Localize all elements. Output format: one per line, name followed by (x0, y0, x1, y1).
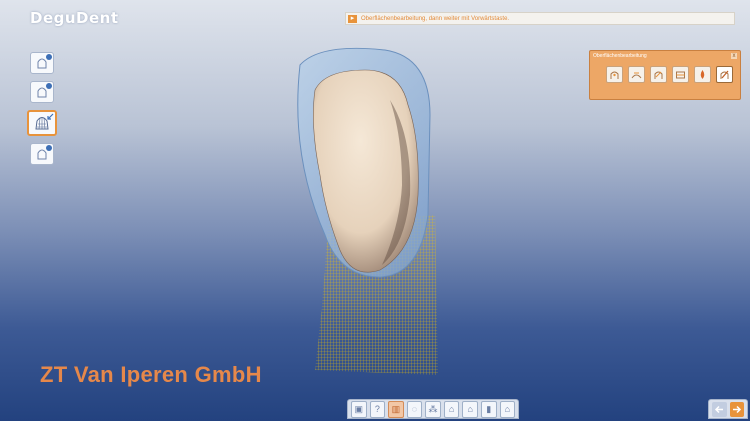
close-icon[interactable]: x (731, 52, 737, 59)
cap-bell-dot-button[interactable] (30, 81, 54, 103)
drop-icon (700, 70, 705, 79)
mesh-cap-button[interactable] (27, 110, 57, 136)
tooth-view-icon: ▣ (354, 403, 364, 414)
carve-icon (654, 71, 663, 79)
add-material-icon (610, 71, 619, 79)
cap-bell-plus-button[interactable] (30, 143, 54, 165)
solid-tooth-icon: ▮ (486, 403, 492, 414)
forward-arrow-icon (733, 405, 742, 413)
panel-header: Oberflächenbearbeitung x (590, 51, 740, 60)
surface-editing-panel: Oberflächenbearbeitung x (589, 50, 741, 100)
back-arrow-icon (714, 405, 723, 413)
help-button[interactable]: ? (369, 400, 386, 418)
arrow-in-icon (47, 113, 54, 120)
back-button[interactable] (712, 401, 727, 417)
grid-view-icon: ▥ (391, 403, 401, 414)
status-dot-icon (46, 83, 52, 89)
panel-title: Oberflächenbearbeitung (593, 52, 647, 59)
smooth-surface-icon (631, 72, 642, 79)
mesh-tooth-icon: ⌂ (448, 404, 455, 414)
smooth-surface-button[interactable] (628, 66, 645, 83)
tooth-outline-button[interactable]: ⌂ (499, 400, 516, 418)
mesh-tooth-button[interactable]: ⌂ (443, 400, 460, 418)
solid-tooth-button[interactable]: ▮ (480, 400, 497, 418)
watermark: ZT Van Iperen GmbH (40, 362, 262, 387)
mesh-tooth-alt-icon: ⌂ (467, 404, 473, 414)
measure-button[interactable]: ⁂ (425, 400, 441, 418)
cap-bell-button[interactable] (30, 52, 54, 74)
tooth-view-button[interactable]: ▣ (351, 400, 367, 418)
grid-view-button[interactable]: ▥ (388, 400, 404, 418)
knife-button[interactable] (716, 66, 733, 83)
tooth-outline-icon: ⌂ (504, 404, 510, 414)
status-dot-icon (46, 54, 52, 60)
tooth-3d-view[interactable] (270, 45, 470, 385)
bottom-toolbar: ▣ ? ▥ ◌ ⁂ ⌂ ⌂ ▮ ⌂ (347, 399, 519, 419)
panel-tools (590, 60, 740, 83)
left-toolbar (27, 52, 57, 165)
status-dot-icon (46, 145, 52, 151)
mesh-tooth-alt-button[interactable]: ⌂ (462, 400, 478, 418)
drop-icon: ◌ (411, 404, 418, 414)
status-message: Oberflächenbearbeitung, dann weiter mit … (361, 15, 510, 22)
carve-button[interactable] (650, 66, 667, 83)
margin-button[interactable] (672, 66, 689, 83)
help-icon: ? (374, 404, 380, 414)
arrow-right-icon: ▸ (348, 14, 357, 23)
navigation-bar (708, 399, 748, 419)
drop-button[interactable] (694, 66, 711, 83)
measure-icon: ⁂ (428, 403, 438, 414)
app-logo: DeguDent (30, 9, 119, 27)
forward-button[interactable] (729, 401, 744, 417)
knife-icon (720, 70, 729, 79)
margin-icon (676, 71, 685, 79)
add-material-button[interactable] (606, 66, 623, 83)
status-bar: ▸ Oberflächenbearbeitung, dann weiter mi… (345, 12, 735, 25)
drop-tool-button[interactable]: ◌ (406, 400, 423, 418)
